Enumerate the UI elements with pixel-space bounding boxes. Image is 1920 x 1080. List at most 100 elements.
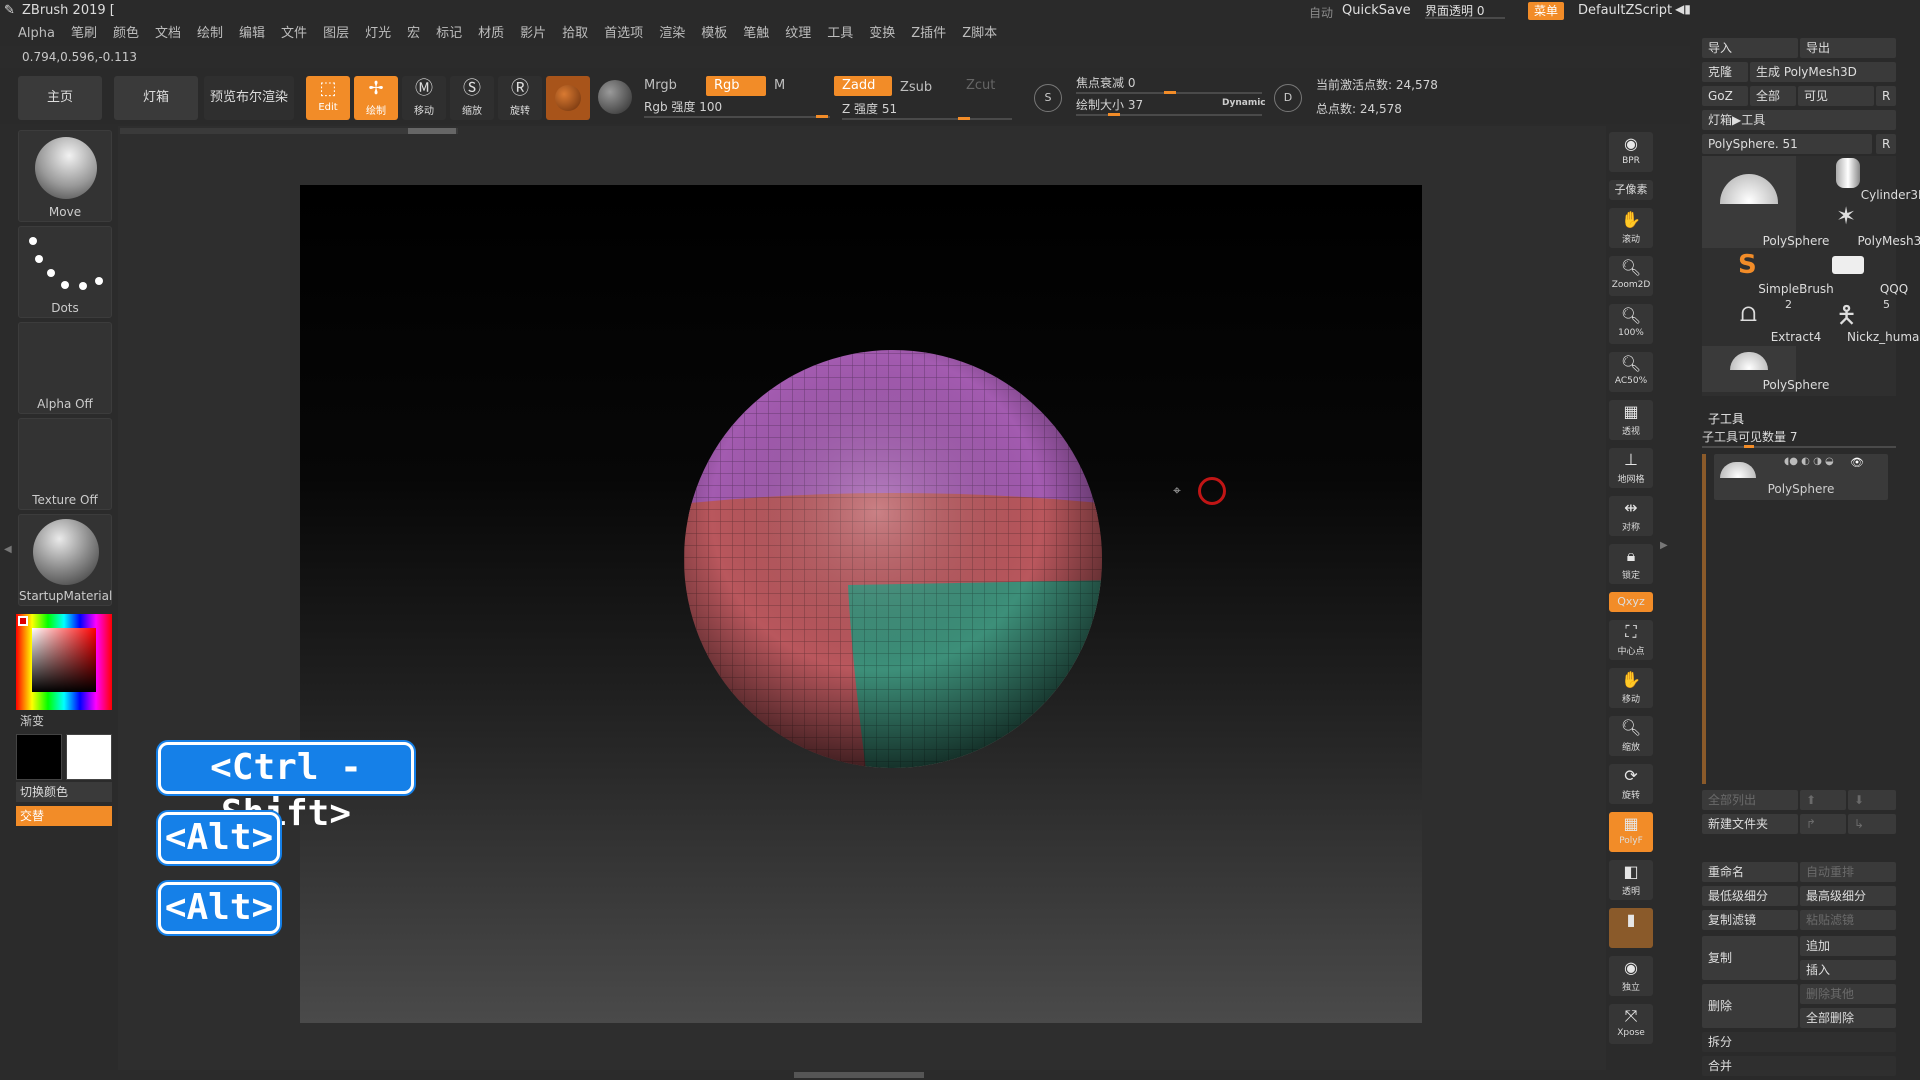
- tool-qqq[interactable]: QQQ: [1800, 250, 1908, 296]
- tool-polysphere-2[interactable]: PolySphere: [1702, 346, 1829, 392]
- draw-size-thumb[interactable]: [1108, 113, 1120, 116]
- zcut-button[interactable]: Zcut: [958, 76, 1003, 96]
- visibility-eye-icon[interactable]: 👁︎: [1850, 456, 1864, 469]
- folder-arrow-down-icon[interactable]: ↳: [1848, 814, 1896, 834]
- focal-shift-thumb[interactable]: [1164, 91, 1176, 94]
- goz-r-button[interactable]: R: [1876, 86, 1896, 106]
- color-cursor[interactable]: [18, 616, 28, 626]
- canvas-bottom-handle[interactable]: [794, 1072, 924, 1078]
- right-collapse-icon[interactable]: ▶: [1660, 540, 1668, 551]
- view-local-button[interactable]: ⇹ 对称: [1609, 496, 1653, 536]
- gradient-label[interactable]: 渐变: [20, 712, 44, 729]
- view-100pct-button[interactable]: 🔍︎ 100%: [1609, 304, 1653, 344]
- delete-button[interactable]: 删除: [1702, 984, 1798, 1028]
- menu-item[interactable]: 编辑: [231, 22, 273, 46]
- delete-all-button[interactable]: 全部删除: [1800, 1008, 1896, 1028]
- tool-simplebrush[interactable]: S SimpleBrush: [1702, 250, 1834, 296]
- auto-reorder-button[interactable]: 自动重排: [1800, 862, 1896, 882]
- menu-item[interactable]: 图层: [315, 22, 357, 46]
- append-button[interactable]: 追加: [1800, 936, 1896, 956]
- menu-item[interactable]: 渲染: [651, 22, 693, 46]
- edit-mode-button[interactable]: ⬚ Edit: [306, 76, 350, 120]
- view-ghost-button[interactable]: ▮: [1609, 908, 1653, 948]
- menu-item[interactable]: 纹理: [777, 22, 819, 46]
- scale-mode-button[interactable]: Ⓢ 缩放: [450, 76, 494, 120]
- m-button[interactable]: M: [766, 76, 793, 96]
- menu-item[interactable]: 材质: [470, 22, 512, 46]
- view-zoom2d-button[interactable]: 🔍︎ Zoom2D: [1609, 256, 1653, 296]
- current-tool-r-button[interactable]: R: [1876, 134, 1896, 154]
- dynamic-d-icon[interactable]: D: [1274, 84, 1302, 112]
- menu-item[interactable]: 笔刷: [63, 22, 105, 46]
- view-rotate-button[interactable]: ⟳ 旋转: [1609, 764, 1653, 804]
- lightbox-button[interactable]: 灯箱: [114, 76, 198, 120]
- left-collapse-icon[interactable]: ◀: [4, 544, 12, 555]
- brush-selector[interactable]: Move: [18, 130, 112, 222]
- subtool-title[interactable]: 子工具: [1708, 410, 1744, 427]
- menu-item[interactable]: 标记: [428, 22, 470, 46]
- view-xpose-button[interactable]: ⤧ Xpose: [1609, 1004, 1653, 1044]
- subtool-toggles-icon[interactable]: ◖● ◐ ◑ ◒: [1784, 456, 1834, 467]
- menu-button[interactable]: 菜单: [1528, 2, 1565, 20]
- view-xyz-button[interactable]: xyzQxyz: [1609, 592, 1653, 612]
- dynamic-button[interactable]: Dynamic: [1222, 98, 1266, 108]
- lightbox-tools-button[interactable]: 灯箱▶工具: [1702, 110, 1896, 130]
- menu-item[interactable]: Z脚本: [954, 22, 1005, 46]
- subtool-item-polysphere[interactable]: 👁︎ ◖● ◐ ◑ ◒ PolySphere: [1714, 454, 1888, 500]
- view-move-button[interactable]: ✋ 移动: [1609, 668, 1653, 708]
- folder-arrow-icon[interactable]: ↱: [1800, 814, 1846, 834]
- color-saturation-square[interactable]: [32, 628, 96, 692]
- sculptris-s-icon[interactable]: S: [1034, 84, 1062, 112]
- menu-item[interactable]: 颜色: [105, 22, 147, 46]
- view-subpixel-button[interactable]: ▬子像素: [1609, 180, 1653, 200]
- import-button[interactable]: 导入: [1702, 38, 1798, 58]
- rotate-mode-button[interactable]: Ⓡ 旋转: [498, 76, 542, 120]
- menu-item[interactable]: 文件: [273, 22, 315, 46]
- delete-other-button[interactable]: 删除其他: [1800, 984, 1896, 1004]
- split-button[interactable]: 拆分: [1702, 1032, 1896, 1052]
- material-selector[interactable]: StartupMaterial: [18, 514, 112, 606]
- focal-shift-slider[interactable]: 焦点衰减 0: [1076, 74, 1135, 91]
- view-perspective-button[interactable]: ▦ 透视: [1609, 400, 1653, 440]
- canvas-scrollbar-thumb[interactable]: [408, 128, 456, 134]
- default-zscript-button[interactable]: DefaultZScript: [1578, 3, 1672, 18]
- rename-button[interactable]: 重命名: [1702, 862, 1798, 882]
- z-intensity-slider[interactable]: Z 强度 51: [842, 100, 897, 117]
- alternate-button[interactable]: 交替: [16, 806, 112, 826]
- secondary-color-swatch[interactable]: [16, 734, 62, 780]
- move-mode-button[interactable]: Ⓜ 移动: [402, 76, 446, 120]
- new-folder-button[interactable]: 新建文件夹: [1702, 814, 1798, 834]
- view-bpr-button[interactable]: ◉ BPR: [1609, 132, 1653, 172]
- view-frame-button[interactable]: ⛶ 中心点: [1609, 620, 1653, 660]
- zadd-button[interactable]: Zadd: [834, 76, 892, 96]
- menu-item[interactable]: 变换: [861, 22, 903, 46]
- highest-subdiv-button[interactable]: 最高级细分: [1800, 886, 1896, 906]
- current-tool-slider[interactable]: PolySphere. 51: [1702, 134, 1872, 154]
- view-solo-button[interactable]: ◉ 独立: [1609, 956, 1653, 996]
- quicksave-button[interactable]: QuickSave: [1342, 3, 1411, 18]
- view-lock-button[interactable]: 🔒︎ 锁定: [1609, 544, 1653, 584]
- tool-cylinder3d[interactable]: Cylinder3D: [1800, 156, 1920, 202]
- tool-polysphere[interactable]: PolySphere: [1702, 156, 1829, 248]
- z-intensity-thumb[interactable]: [958, 117, 970, 120]
- texture-sphere-icon[interactable]: [598, 80, 632, 114]
- menu-item[interactable]: Alpha: [10, 22, 63, 46]
- view-zoom-button[interactable]: 🔍︎ 缩放: [1609, 716, 1653, 756]
- paste-filter-button[interactable]: 粘贴滤镜: [1800, 910, 1896, 930]
- export-button[interactable]: 导出: [1800, 38, 1896, 58]
- menu-item[interactable]: 工具: [819, 22, 861, 46]
- rgb-intensity-thumb[interactable]: [816, 115, 828, 118]
- view-scroll-button[interactable]: ✋ 滚动: [1609, 208, 1653, 248]
- menu-item[interactable]: 绘制: [189, 22, 231, 46]
- rgb-intensity-slider[interactable]: Rgb 强度 100: [644, 98, 722, 115]
- tool-nickz-human[interactable]: 🯅 5 Nickz_humanMa: [1800, 298, 1920, 344]
- menu-item[interactable]: 模板: [693, 22, 735, 46]
- subtool-visible-thumb[interactable]: [1744, 445, 1754, 448]
- texture-selector[interactable]: Texture Off: [18, 418, 112, 510]
- menu-item[interactable]: 笔触: [735, 22, 777, 46]
- draw-mode-button[interactable]: ✢ 绘制: [354, 76, 398, 120]
- lowest-subdiv-button[interactable]: 最低级细分: [1702, 886, 1798, 906]
- mrgb-button[interactable]: Mrgb: [636, 76, 685, 96]
- switch-color-button[interactable]: 切换颜色: [16, 782, 112, 802]
- subtool-scrollbar[interactable]: [1702, 454, 1706, 784]
